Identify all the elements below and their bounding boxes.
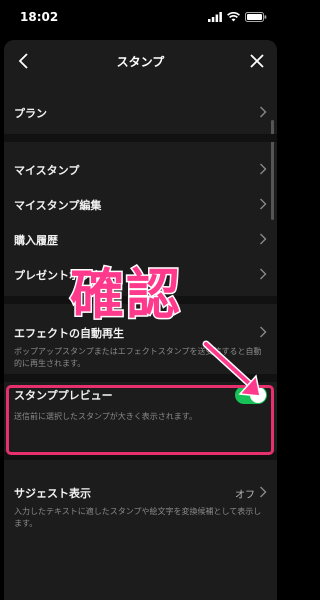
chevron-right-icon — [260, 233, 267, 245]
row-purchase-history-label: 購入履歴 — [14, 234, 58, 247]
chevron-right-icon — [260, 163, 267, 175]
row-suggest-desc: 入力したテキストに適したスタンプや絵文字を変換候補として表示します。 — [14, 507, 262, 528]
chevron-right-icon — [260, 198, 267, 210]
status-bar: 18:02 — [0, 0, 277, 40]
row-suggest-label: サジェスト表示 — [14, 487, 91, 500]
chevron-right-icon — [260, 106, 267, 118]
annotation-label: 確認 — [69, 262, 182, 328]
wifi-icon — [227, 12, 240, 22]
status-icons — [208, 12, 267, 22]
page-title: スタンプ — [116, 55, 165, 69]
row-stamp-preview-label: スタンププレビュー — [14, 389, 113, 402]
section-divider — [4, 134, 277, 142]
row-my-stamp[interactable]: マイスタンプ — [4, 157, 277, 181]
row-plan-label: プラン — [14, 107, 47, 120]
row-my-stamp-label: マイスタンプ — [14, 164, 80, 177]
row-my-stamp-edit-label: マイスタンプ編集 — [14, 199, 102, 212]
chevron-right-icon — [260, 268, 267, 280]
chevron-right-icon — [260, 486, 267, 498]
chevron-right-icon — [260, 326, 267, 338]
row-suggest[interactable]: サジェスト表示 オフ — [4, 480, 277, 504]
close-icon[interactable] — [247, 51, 267, 71]
section-divider — [4, 452, 277, 460]
arrow-icon — [202, 340, 261, 397]
row-my-stamp-edit[interactable]: マイスタンプ編集 — [4, 192, 277, 216]
row-plan[interactable]: プラン — [4, 100, 277, 124]
row-suggest-value: オフ — [235, 490, 255, 501]
row-purchase-history[interactable]: 購入履歴 — [4, 227, 277, 251]
battery-icon — [245, 12, 267, 22]
signal-icon — [208, 12, 222, 22]
nav-bar: スタンプ — [4, 40, 277, 82]
row-stamp-preview-desc: 送信前に選択したスタンプが大きく表示されます。 — [14, 412, 197, 421]
status-time: 18:02 — [20, 10, 59, 24]
